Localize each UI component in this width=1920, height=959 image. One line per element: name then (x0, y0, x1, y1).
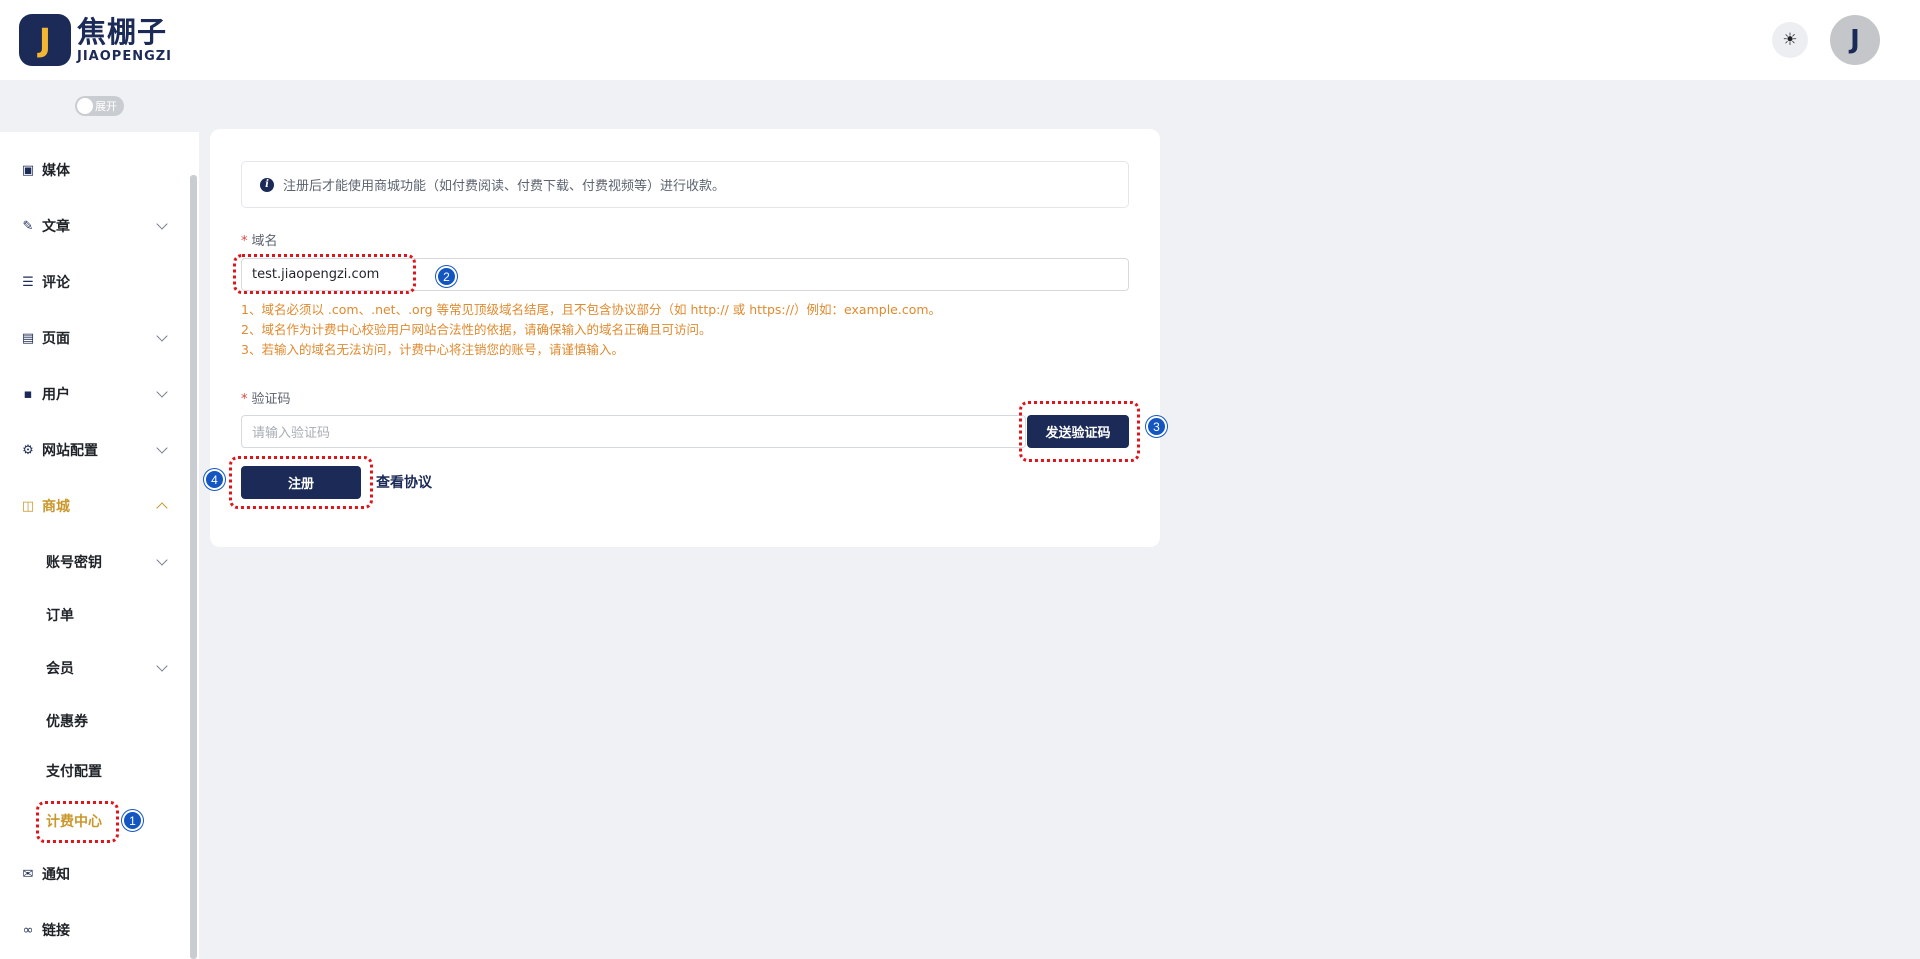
sidebar-subitem-label: 优惠券 (46, 714, 88, 730)
sidebar-item-site-config[interactable]: ⚙ 网站配置 (0, 430, 185, 470)
sidebar-subitem-label: 会员 (46, 661, 74, 677)
chevron-down-icon (156, 442, 168, 454)
comment-icon: ☰ (22, 274, 34, 290)
top-header: J 焦棚子 JIAOPENGZI ☀ J (0, 0, 1920, 80)
sidebar-item-comment[interactable]: ☰ 评论 (0, 262, 185, 302)
sidebar-subitem-account-keys[interactable]: 账号密钥 (0, 543, 185, 581)
sidebar-item-label: 文章 (42, 219, 70, 235)
chevron-down-icon (156, 660, 168, 672)
annotation-badge-3: 3 (1146, 416, 1167, 437)
theme-toggle-button[interactable]: ☀ (1772, 22, 1808, 58)
logo-english-text: JIAOPENGZI (77, 48, 173, 64)
sidebar-item-user[interactable]: ▪ 用户 (0, 374, 185, 414)
required-asterisk: * (241, 234, 248, 249)
chevron-down-icon (156, 330, 168, 342)
toggle-knob (77, 98, 93, 114)
sidebar-subitem-label: 订单 (46, 608, 74, 624)
register-button[interactable]: 注册 (241, 466, 361, 499)
sidebar-subitem-payment-config[interactable]: 支付配置 (0, 752, 185, 790)
sidebar-item-article[interactable]: ✎ 文章 (0, 206, 185, 246)
sidebar-subitem-orders[interactable]: 订单 (0, 596, 185, 634)
sidebar-item-label: 媒体 (42, 163, 70, 179)
verification-code-input[interactable]: 请输入验证码 (241, 415, 1026, 448)
domain-hint-1: 1、域名必须以 .com、.net、.org 等常见顶级域名结尾，且不包含协议部… (241, 302, 942, 317)
send-code-button[interactable]: 发送验证码 (1027, 415, 1129, 448)
chevron-down-icon (156, 554, 168, 566)
alert-message: 注册后才能使用商城功能（如付费阅读、付费下载、付费视频等）进行收款。 (283, 179, 726, 194)
logo-chinese-text: 焦棚子 (77, 14, 168, 49)
sidebar-item-label: 评论 (42, 275, 70, 291)
user-icon: ▪ (23, 386, 33, 402)
sidebar: ▣ 媒体 ✎ 文章 ☰ 评论 ▤ 页面 ▪ 用户 ⚙ 网站配置 ◫ 商城 账号密… (0, 132, 199, 959)
shop-icon: ◫ (21, 498, 35, 514)
sidebar-item-label: 通知 (42, 867, 70, 883)
sidebar-item-page[interactable]: ▤ 页面 (0, 318, 185, 358)
chevron-down-icon (156, 218, 168, 230)
sidebar-item-media[interactable]: ▣ 媒体 (0, 150, 185, 190)
mail-icon: ✉ (22, 866, 34, 882)
sidebar-scrollbar[interactable] (190, 175, 197, 959)
site-logo[interactable]: J 焦棚子 JIAOPENGZI (19, 14, 172, 66)
sidebar-item-label: 网站配置 (42, 443, 98, 459)
sidebar-subitem-billing-center[interactable]: 计费中心 (0, 802, 185, 840)
sidebar-subitem-coupons[interactable]: 优惠券 (0, 702, 185, 740)
sidebar-item-label: 页面 (42, 331, 70, 347)
sidebar-subitem-label: 账号密钥 (46, 555, 102, 571)
sidebar-item-notification[interactable]: ✉ 通知 (0, 854, 185, 894)
view-agreement-link[interactable]: 查看协议 (376, 472, 432, 492)
sidebar-subitem-label: 支付配置 (46, 764, 102, 780)
chevron-up-icon (156, 502, 168, 514)
sun-icon: ☀ (1782, 30, 1798, 50)
gear-icon: ⚙ (22, 442, 34, 458)
user-avatar[interactable]: J (1830, 15, 1880, 65)
domain-hint-2: 2、域名作为计费中心校验用户网站合法性的依据，请确保输入的域名正确且可访问。 (241, 322, 712, 337)
required-asterisk: * (241, 392, 248, 407)
sidebar-item-shop[interactable]: ◫ 商城 (0, 486, 185, 526)
info-icon: i (260, 177, 274, 192)
sidebar-expand-toggle[interactable]: 展开 (75, 96, 124, 116)
code-label: * 验证码 (241, 392, 291, 407)
annotation-badge-1: 1 (122, 810, 143, 831)
sidebar-subitem-members[interactable]: 会员 (0, 649, 185, 687)
toggle-label: 展开 (95, 100, 117, 113)
annotation-badge-2: 2 (436, 266, 457, 287)
sidebar-item-label: 用户 (42, 387, 70, 403)
sidebar-subitem-label: 计费中心 (46, 814, 102, 830)
media-icon: ▣ (21, 162, 35, 178)
domain-input[interactable]: test.jiaopengzi.com (241, 258, 1129, 291)
domain-hint-3: 3、若输入的域名无法访问，计费中心将注销您的账号，请谨慎输入。 (241, 342, 624, 357)
info-alert: i 注册后才能使用商城功能（如付费阅读、付费下载、付费视频等）进行收款。 (241, 161, 1129, 208)
link-icon: ∞ (22, 922, 34, 938)
sidebar-item-links[interactable]: ∞ 链接 (0, 910, 185, 950)
sidebar-item-label: 商城 (42, 499, 70, 515)
chevron-down-icon (156, 386, 168, 398)
annotation-badge-4: 4 (204, 469, 225, 490)
sidebar-item-label: 链接 (42, 923, 70, 939)
domain-label: * 域名 (241, 234, 278, 249)
article-edit-icon: ✎ (22, 218, 34, 234)
page-icon: ▤ (21, 330, 35, 346)
logo-mark: J (19, 14, 71, 66)
